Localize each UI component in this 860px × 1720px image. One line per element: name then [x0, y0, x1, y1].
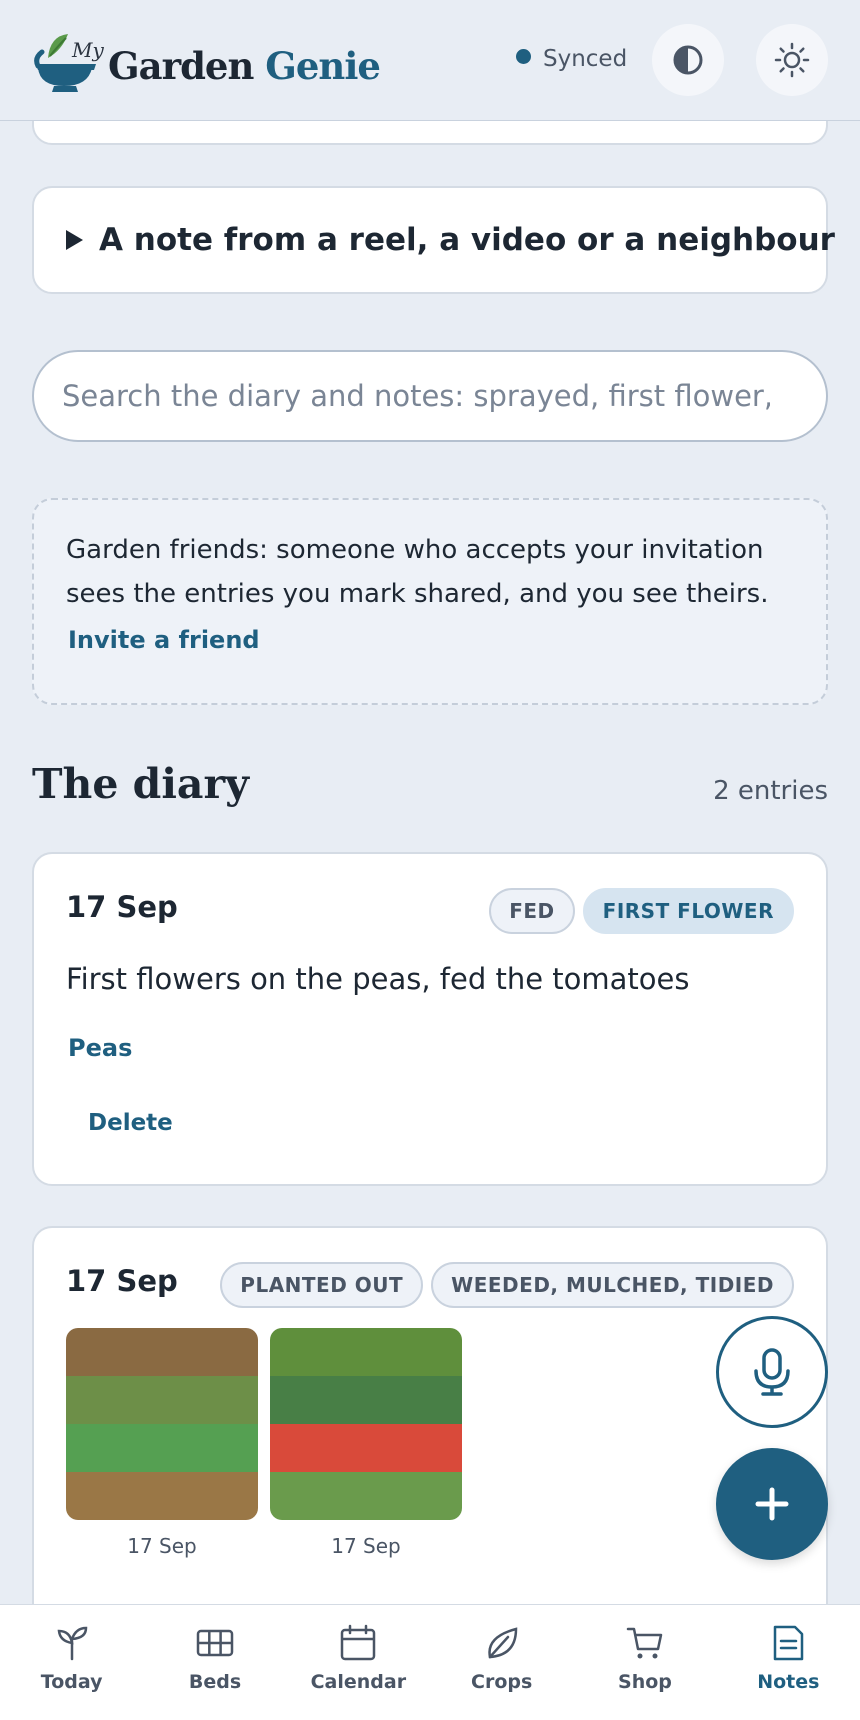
- sync-status-label: Synced: [543, 46, 628, 72]
- photo-band: [270, 1376, 462, 1424]
- photo-band: [270, 1424, 462, 1472]
- diary-heading: The diary: [32, 760, 249, 808]
- photo-caption: 17 Sep: [127, 1534, 197, 1558]
- app-logo[interactable]: My Garden Genie: [32, 28, 381, 98]
- diary-entry-count: 2 entries: [713, 776, 828, 806]
- garden-friends-panel: Garden friends: someone who accepts your…: [32, 498, 828, 705]
- nav-beds[interactable]: Beds: [143, 1605, 286, 1720]
- entry-photo[interactable]: [270, 1328, 462, 1520]
- sync-status: Synced: [516, 46, 627, 72]
- grid-icon: [196, 1629, 234, 1657]
- nav-crops[interactable]: Crops: [430, 1605, 573, 1720]
- tag-weeded-mulched-tidied: WEEDED, MULCHED, TIDIED: [431, 1262, 794, 1308]
- sun-icon: [774, 42, 810, 78]
- logo-word-genie: Genie: [265, 44, 381, 88]
- garden-friends-text: Garden friends: someone who accepts your…: [66, 535, 769, 609]
- logo-word-garden: Garden: [108, 44, 254, 88]
- entry-date: 17 Sep: [66, 1264, 178, 1298]
- tag-first-flower: FIRST FLOWER: [582, 888, 794, 934]
- photo-band: [270, 1472, 462, 1520]
- logo-my-text: My: [72, 38, 104, 62]
- nav-today[interactable]: Today: [0, 1605, 143, 1720]
- nav-calendar[interactable]: Calendar: [287, 1605, 430, 1720]
- entry-tags: PLANTED OUT WEEDED, MULCHED, TIDIED: [220, 1262, 794, 1308]
- tag-fed: FED: [489, 888, 575, 934]
- contrast-icon: [673, 45, 703, 75]
- plus-icon: [755, 1487, 789, 1521]
- calendar-icon: [341, 1624, 376, 1661]
- contrast-toggle-button[interactable]: [652, 24, 724, 96]
- logo-wordmark: Garden Genie: [108, 44, 381, 88]
- nav-label: Crops: [471, 1671, 533, 1693]
- photo-caption: 17 Sep: [331, 1534, 401, 1558]
- bottom-navigation: Today Beds Calendar Crops Shop Notes: [0, 1604, 860, 1720]
- nav-notes[interactable]: Notes: [717, 1605, 860, 1720]
- photo-band: [66, 1472, 258, 1520]
- nav-label: Notes: [757, 1671, 820, 1693]
- voice-note-button[interactable]: [716, 1316, 828, 1428]
- note-disclosure[interactable]: A note from a reel, a video or a neighbo…: [32, 186, 835, 294]
- theme-toggle-button[interactable]: [756, 24, 828, 96]
- leaf-icon: [487, 1627, 517, 1659]
- nav-shop[interactable]: Shop: [573, 1605, 716, 1720]
- entry-text: First flowers on the peas, fed the tomat…: [66, 962, 690, 996]
- nav-label: Beds: [188, 1671, 242, 1693]
- nav-label: Shop: [618, 1671, 672, 1693]
- app-header: My Garden Genie Synced: [0, 0, 860, 121]
- notes-icon: [774, 1625, 804, 1661]
- nav-label: Calendar: [310, 1671, 407, 1693]
- entry-photo[interactable]: [66, 1328, 258, 1520]
- photo-band: [66, 1328, 258, 1376]
- tag-planted-out: PLANTED OUT: [220, 1262, 424, 1308]
- entry-crop-link[interactable]: Peas: [68, 1034, 132, 1062]
- photo-band: [270, 1328, 462, 1376]
- entry-date: 17 Sep: [66, 890, 178, 924]
- note-disclosure-title: A note from a reel, a video or a neighbo…: [99, 222, 835, 258]
- cart-icon: [626, 1627, 663, 1659]
- photo-band: [66, 1424, 258, 1472]
- nav-label: Today: [40, 1671, 103, 1693]
- disclosure-triangle-icon: [66, 230, 83, 250]
- diary-entry: 17 Sep FED FIRST FLOWER First flowers on…: [32, 852, 828, 1186]
- diary-search-input[interactable]: [32, 350, 828, 442]
- sprout-icon: [57, 1626, 87, 1661]
- add-entry-button[interactable]: [716, 1448, 828, 1560]
- entry-tags: FED FIRST FLOWER: [489, 888, 794, 934]
- photo-band: [66, 1376, 258, 1424]
- microphone-icon: [754, 1348, 790, 1396]
- delete-entry-button[interactable]: Delete: [88, 1110, 173, 1136]
- invite-friend-link[interactable]: Invite a friend: [68, 626, 260, 654]
- sync-dot-icon: [516, 49, 531, 64]
